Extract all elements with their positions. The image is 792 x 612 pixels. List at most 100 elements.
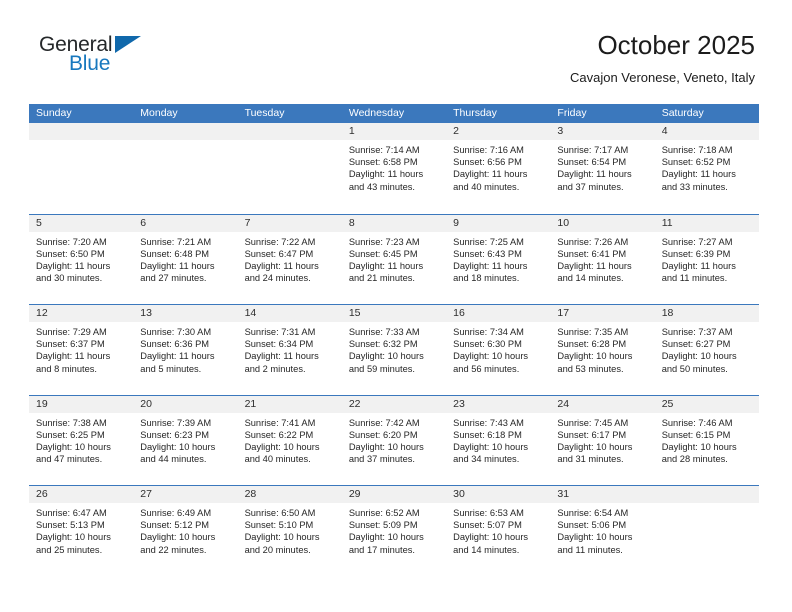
daylight-duration-line1: Daylight: 11 hours <box>453 260 528 271</box>
day-cell: 14 Sunrise: 7:31 AM Sunset: 6:34 PM Dayligh… <box>237 305 342 395</box>
sunrise-time: Sunrise: 6:54 AM <box>557 508 629 518</box>
day-cell: 25 Sunrise: 7:46 AM Sunset: 6:15 PM Dayligh… <box>654 395 759 486</box>
sunrise-time: Sunrise: 7:38 AM <box>36 417 107 428</box>
day-cell: 20 Sunrise: 7:39 AM Sunset: 6:23 PM Dayligh… <box>133 395 238 486</box>
day-number-band <box>237 123 342 140</box>
daylight-duration-line2: and 11 minutes. <box>661 273 728 284</box>
day-number-band: 17 <box>550 305 655 322</box>
day-cell-empty <box>29 123 134 214</box>
page-header: General Blue October 2025 Cavajon Verone… <box>29 22 759 98</box>
day-number-band: 24 <box>550 395 655 413</box>
weekday-header-tuesday: Tuesday <box>244 107 285 119</box>
day-number-band: 23 <box>446 395 551 413</box>
day-number-band: 29 <box>341 486 447 503</box>
day-number: 1 <box>348 125 355 137</box>
sunrise-time: Sunrise: 7:39 AM <box>140 417 212 428</box>
daylight-duration-line1: Daylight: 10 hours <box>348 351 424 362</box>
sunset-time: Sunset: 6:22 PM <box>244 429 314 440</box>
daylight-duration-line1: Daylight: 10 hours <box>36 441 111 452</box>
sunset-time: Sunset: 6:37 PM <box>36 339 105 350</box>
day-number-band: 27 <box>133 486 238 503</box>
sunrise-time: Sunrise: 7:17 AM <box>557 145 629 155</box>
daylight-duration-line1: Daylight: 10 hours <box>348 532 424 543</box>
daylight-duration-line2: and 22 minutes. <box>140 544 207 555</box>
daylight-duration-line1: Daylight: 10 hours <box>36 532 111 543</box>
day-sun-info: Sunrise: 7:41 AM Sunset: 6:22 PM Daylight:… <box>238 413 342 466</box>
sunset-time: Sunset: 6:25 PM <box>36 429 105 440</box>
day-cell: 30 Sunrise: 6:53 AM Sunset: 5:07 PM Dayligh… <box>446 486 551 576</box>
day-number-band: 2 <box>446 123 551 140</box>
sunrise-time: Sunrise: 7:46 AM <box>661 417 733 428</box>
sunrise-time: Sunrise: 7:23 AM <box>348 236 420 247</box>
daylight-duration-line1: Daylight: 10 hours <box>453 532 529 543</box>
sunset-time: Sunset: 6:54 PM <box>557 157 627 168</box>
daylight-duration-line1: Daylight: 10 hours <box>348 441 424 452</box>
day-number-band: 21 <box>237 395 342 413</box>
day-sun-info: Sunrise: 7:14 AM Sunset: 6:58 PM Daylight:… <box>342 140 446 193</box>
daylight-duration-line1: Daylight: 10 hours <box>244 441 320 452</box>
day-number: 3 <box>557 125 564 137</box>
day-sun-info: Sunrise: 7:46 AM Sunset: 6:15 PM Daylight:… <box>655 413 759 466</box>
sunset-time: Sunset: 6:20 PM <box>348 429 418 440</box>
day-cell: 23 Sunrise: 7:43 AM Sunset: 6:18 PM Dayligh… <box>446 395 551 486</box>
daylight-duration-line2: and 37 minutes. <box>557 181 624 192</box>
daylight-duration-line1: Daylight: 11 hours <box>140 260 215 271</box>
day-number-band: 1 <box>341 123 447 140</box>
sunrise-time: Sunrise: 7:25 AM <box>453 236 524 247</box>
day-number-band: 16 <box>446 305 551 322</box>
daylight-duration-line2: and 40 minutes. <box>244 454 311 465</box>
weekday-header-row: Sunday Monday Tuesday Wednesday Thursday… <box>29 104 759 123</box>
day-number-band: 4 <box>654 123 759 140</box>
sunset-time: Sunset: 6:43 PM <box>453 248 522 259</box>
day-number-band: 12 <box>29 305 134 322</box>
daylight-duration-line2: and 30 minutes. <box>36 273 103 284</box>
day-cell: 6 Sunrise: 7:21 AM Sunset: 6:48 PM Daylight… <box>133 214 238 305</box>
daylight-duration-line1: Daylight: 10 hours <box>661 441 737 452</box>
day-sun-info: Sunrise: 6:49 AM Sunset: 5:12 PM Daylight:… <box>133 503 237 556</box>
day-number-band: 20 <box>133 395 238 413</box>
daylight-duration-line2: and 47 minutes. <box>36 454 103 465</box>
day-cell: 9 Sunrise: 7:25 AM Sunset: 6:43 PM Daylight… <box>446 214 551 305</box>
day-number-band: 10 <box>550 214 655 232</box>
calendar-grid: Sunday Monday Tuesday Wednesday Thursday… <box>29 104 759 576</box>
day-sun-info: Sunrise: 6:54 AM Sunset: 5:06 PM Daylight:… <box>550 503 654 556</box>
sunset-time: Sunset: 6:58 PM <box>348 157 418 168</box>
day-cell: 19 Sunrise: 7:38 AM Sunset: 6:25 PM Dayligh… <box>29 395 134 486</box>
daylight-duration-line1: Daylight: 11 hours <box>36 351 111 362</box>
day-number-band: 13 <box>133 305 238 322</box>
sunrise-time: Sunrise: 6:47 AM <box>36 508 107 518</box>
day-number: 7 <box>244 216 251 229</box>
daylight-duration-line2: and 40 minutes. <box>453 181 520 192</box>
sunset-time: Sunset: 6:56 PM <box>453 157 522 168</box>
day-cell: 27 Sunrise: 6:49 AM Sunset: 5:12 PM Dayligh… <box>133 486 238 576</box>
day-sun-info: Sunrise: 7:22 AM Sunset: 6:47 PM Daylight:… <box>238 232 342 285</box>
day-number: 8 <box>348 216 355 229</box>
day-sun-info: Sunrise: 7:37 AM Sunset: 6:27 PM Daylight:… <box>655 322 759 375</box>
daylight-duration-line2: and 11 minutes. <box>557 544 623 555</box>
sunrise-time: Sunrise: 7:42 AM <box>348 417 420 428</box>
weekday-header-sunday: Sunday <box>36 107 72 119</box>
sunset-time: Sunset: 6:30 PM <box>453 339 522 350</box>
sunrise-time: Sunrise: 7:34 AM <box>453 327 524 337</box>
sunrise-time: Sunrise: 7:31 AM <box>244 327 316 337</box>
day-number-band: 30 <box>446 486 551 503</box>
day-number: 23 <box>453 397 465 410</box>
day-number: 26 <box>36 488 48 500</box>
sunrise-time: Sunrise: 7:16 AM <box>453 145 524 155</box>
day-cell: 16 Sunrise: 7:34 AM Sunset: 6:30 PM Dayligh… <box>446 305 551 395</box>
logo-triangle-icon <box>115 36 141 53</box>
day-cell: 11 Sunrise: 7:27 AM Sunset: 6:39 PM Dayligh… <box>654 214 759 305</box>
day-sun-info: Sunrise: 7:27 AM Sunset: 6:39 PM Daylight:… <box>655 232 759 285</box>
day-sun-info: Sunrise: 7:39 AM Sunset: 6:23 PM Daylight:… <box>133 413 237 466</box>
day-sun-info: Sunrise: 7:42 AM Sunset: 6:20 PM Daylight:… <box>342 413 446 466</box>
page-title: October 2025 <box>597 30 755 60</box>
daylight-duration-line2: and 2 minutes. <box>244 363 306 374</box>
day-number-band: 11 <box>654 214 759 232</box>
weekday-header-thursday: Thursday <box>453 107 497 119</box>
day-number: 18 <box>661 307 674 319</box>
title-block: October 2025 Cavajon Veronese, Veneto, I… <box>570 28 755 88</box>
sunrise-time: Sunrise: 7:27 AM <box>661 236 733 247</box>
daylight-duration-line2: and 37 minutes. <box>348 454 415 465</box>
sunset-time: Sunset: 6:41 PM <box>557 248 627 259</box>
day-number: 5 <box>36 216 42 229</box>
